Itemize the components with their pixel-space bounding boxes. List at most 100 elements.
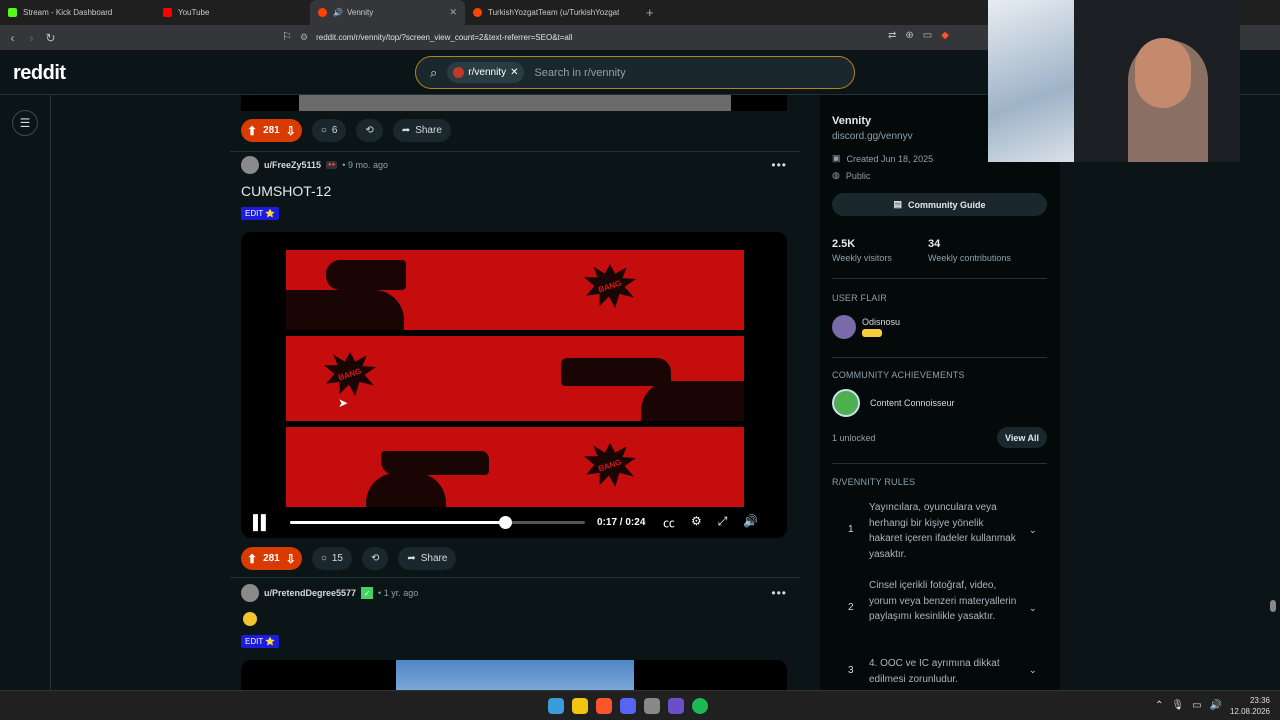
speaker-icon[interactable]: 🔊 bbox=[333, 8, 343, 17]
youtube-favicon-icon bbox=[163, 8, 172, 17]
fullscreen-icon[interactable]: ⤢ bbox=[718, 514, 728, 531]
search-bar[interactable]: ⌕ r/vennity ✕ Search in r/vennity bbox=[415, 56, 855, 89]
gun-silhouette bbox=[381, 451, 489, 475]
reload-icon[interactable]: ↻ bbox=[41, 31, 60, 45]
duration: 0:24 bbox=[625, 516, 646, 528]
close-icon[interactable]: ✕ bbox=[449, 7, 457, 18]
discord-icon[interactable] bbox=[620, 698, 636, 714]
zoom-icon[interactable]: ⊕ bbox=[905, 30, 913, 41]
upvote-icon[interactable]: ⬆ bbox=[247, 124, 257, 138]
hand-silhouette bbox=[286, 290, 404, 330]
chevron-up-icon[interactable]: ⌃ bbox=[1155, 700, 1163, 711]
network-icon[interactable]: ▭ bbox=[1192, 700, 1201, 711]
back-icon[interactable]: ‹ bbox=[3, 31, 22, 45]
search-input[interactable]: Search in r/vennity bbox=[534, 67, 625, 79]
system-tray: ⌃ 🎙 ▭ 🔊 bbox=[1155, 700, 1222, 711]
widgets-icon[interactable] bbox=[548, 698, 564, 714]
video-seek-bar[interactable] bbox=[290, 516, 585, 529]
tab-kick[interactable]: Stream - Kick Dashboard bbox=[0, 0, 155, 25]
reddit-logo[interactable]: reddit bbox=[13, 62, 66, 85]
background-artwork bbox=[988, 0, 1074, 162]
brave-browser-icon[interactable] bbox=[596, 698, 612, 714]
tab-youtube[interactable]: YouTube bbox=[155, 0, 310, 25]
comic-panel: BANG bbox=[286, 250, 744, 330]
video-player[interactable]: BANG BANG BANG ▌▌ 0:17 / 0:24 ㏄ ⚙ ⤢ 🔊 bbox=[241, 232, 787, 538]
pause-icon[interactable]: ▌▌ bbox=[253, 514, 271, 530]
settings-gear-icon[interactable]: ⚙ bbox=[691, 514, 702, 531]
seek-handle[interactable] bbox=[499, 516, 513, 529]
upvote-icon[interactable]: ⬆ bbox=[247, 552, 257, 566]
sidebar-divider bbox=[832, 357, 1047, 358]
share-button[interactable]: ➦ Share bbox=[392, 119, 451, 142]
tab-label: Vennity bbox=[346, 8, 374, 17]
translate-icon[interactable]: ⇄ bbox=[888, 30, 896, 41]
comments-button[interactable]: ○ 6 bbox=[311, 119, 347, 142]
mic-icon[interactable]: 🎙 bbox=[1171, 700, 1184, 711]
created-date: Created Jun 18, 2025 bbox=[846, 153, 934, 164]
bookmark-icon[interactable]: ⚐ bbox=[282, 30, 292, 43]
rule-item[interactable]: 3 4. OOC ve IC ayrımına dikkat edilmesi … bbox=[832, 656, 1047, 690]
chevron-down-icon[interactable]: ⌄ bbox=[1029, 665, 1037, 676]
community-guide-button[interactable]: ▤ Community Guide bbox=[832, 193, 1047, 216]
previous-post-video[interactable] bbox=[241, 95, 787, 111]
stat-label: Weekly visitors bbox=[832, 253, 892, 263]
url-field[interactable]: ⚙ reddit.com/r/vennity/top/?screen_view_… bbox=[300, 28, 990, 47]
crosspost-button[interactable]: ⟲ bbox=[361, 547, 389, 570]
page-scrollbar[interactable] bbox=[1270, 600, 1276, 612]
share-button[interactable]: ➦ Share bbox=[398, 547, 457, 570]
brave-shield-icon[interactable]: ◆ bbox=[941, 30, 949, 41]
post-flair[interactable]: EDIT ⭐ bbox=[241, 635, 280, 648]
post-author[interactable]: u/FreeZy5115 bbox=[264, 160, 321, 170]
volume-icon[interactable]: 🔊 bbox=[1210, 700, 1222, 711]
vote-count: 281 bbox=[263, 553, 280, 564]
rule-item[interactable]: 1 Yayıncılara, oyunculara veya herhangi … bbox=[832, 500, 1047, 570]
post-title[interactable]: CUMSHOT-12 bbox=[241, 183, 331, 199]
achievement-row[interactable]: Content Connoisseur bbox=[832, 389, 955, 417]
downvote-icon[interactable]: ⇩ bbox=[286, 552, 296, 566]
system-clock[interactable]: 23:36 12.08.2026 bbox=[1228, 695, 1270, 717]
tab-turkishyozgat[interactable]: TurkishYozgatTeam (u/TurkishYozgat bbox=[465, 0, 640, 25]
more-options-icon[interactable]: ••• bbox=[771, 158, 787, 172]
new-tab-icon[interactable]: + bbox=[646, 5, 654, 20]
avatar[interactable] bbox=[241, 156, 259, 174]
mouse-cursor-icon: ➤ bbox=[338, 396, 349, 410]
file-explorer-icon[interactable] bbox=[572, 698, 588, 714]
post-actions: ⬆ 281 ⇩ ○ 6 ⟲ ➦ Share bbox=[241, 119, 451, 142]
rule-item[interactable]: 2 Cinsel içerikli fotoğraf, video, yorum… bbox=[832, 578, 1047, 648]
chevron-down-icon[interactable]: ⌄ bbox=[1029, 603, 1037, 614]
downvote-icon[interactable]: ⇩ bbox=[286, 124, 296, 138]
user-flair-heading: USER FLAIR bbox=[832, 293, 888, 303]
subreddit-search-chip[interactable]: r/vennity ✕ bbox=[447, 62, 525, 83]
app-icon[interactable] bbox=[668, 698, 684, 714]
crosspost-button[interactable]: ⟲ bbox=[356, 119, 383, 142]
post-actions: ⬆ 281 ⇩ ○ 15 ⟲ ➦ Share bbox=[241, 547, 457, 570]
post-flair[interactable]: EDIT ⭐ bbox=[241, 207, 280, 220]
cast-icon[interactable]: ▭ bbox=[923, 30, 932, 41]
spotify-icon[interactable] bbox=[692, 698, 708, 714]
view-all-button[interactable]: View All bbox=[997, 427, 1047, 448]
tab-vennity[interactable]: 🔊 Vennity ✕ bbox=[310, 0, 465, 25]
obs-icon[interactable] bbox=[644, 698, 660, 714]
globe-icon: ◍ bbox=[832, 170, 840, 180]
post-meta: u/FreeZy5115 ●● • 9 mo. ago bbox=[241, 156, 388, 174]
chevron-down-icon[interactable]: ⌄ bbox=[1029, 525, 1037, 536]
site-info-icon[interactable]: ⚙ bbox=[300, 32, 308, 43]
cake-icon: ▣ bbox=[832, 153, 841, 163]
avatar[interactable] bbox=[241, 584, 259, 602]
subreddit-avatar bbox=[453, 67, 465, 78]
post-image[interactable] bbox=[241, 660, 787, 690]
post-author[interactable]: u/PretendDegree5577 bbox=[264, 588, 356, 598]
comments-button[interactable]: ○ 15 bbox=[311, 547, 352, 570]
more-options-icon[interactable]: ••• bbox=[771, 586, 787, 600]
volume-icon[interactable]: 🔊 bbox=[743, 514, 758, 531]
user-flair-row[interactable]: Odisnosu bbox=[832, 315, 900, 339]
comment-icon: ○ bbox=[320, 553, 327, 564]
comic-panel: BANG bbox=[286, 336, 744, 421]
forward-icon[interactable]: › bbox=[22, 31, 41, 45]
captions-icon[interactable]: ㏄ bbox=[663, 514, 675, 531]
chip-close-icon[interactable]: ✕ bbox=[510, 67, 518, 78]
menu-icon[interactable]: ☰ bbox=[12, 110, 38, 136]
rule-text: Cinsel içerikli fotoğraf, video, yorum v… bbox=[869, 580, 1017, 622]
post-divider bbox=[230, 151, 800, 152]
share-label: Share bbox=[415, 125, 442, 136]
